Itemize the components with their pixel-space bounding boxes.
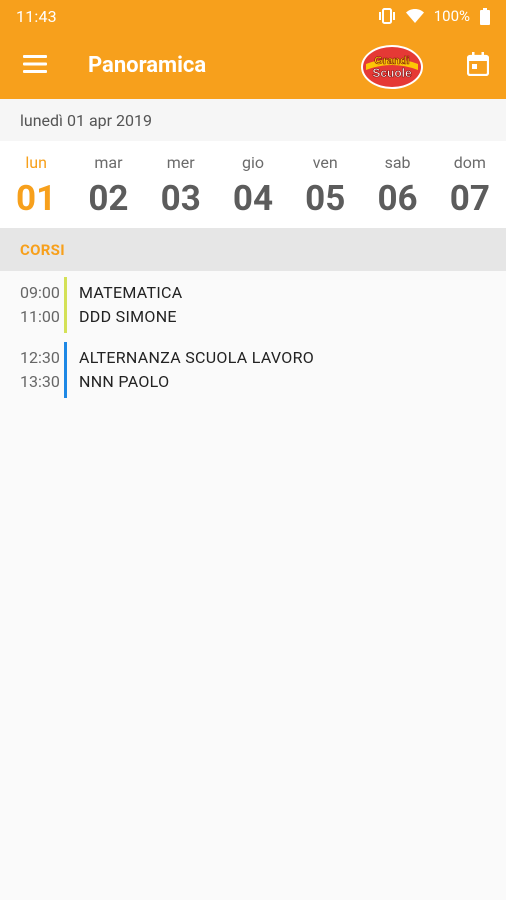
course-list: 09:00 11:00 MATEMATICA DDD SIMONE 12:30 13:30… bbox=[0, 271, 506, 398]
vibrate-icon bbox=[378, 8, 396, 24]
day-sab[interactable]: sab 06 bbox=[361, 141, 433, 228]
calendar-icon bbox=[466, 51, 490, 80]
course-end: 13:30 bbox=[20, 372, 60, 391]
course-info: MATEMATICA DDD SIMONE bbox=[79, 277, 182, 333]
menu-button[interactable] bbox=[0, 32, 70, 99]
day-ven[interactable]: ven 05 bbox=[289, 141, 361, 228]
day-name: gio bbox=[241, 153, 264, 172]
day-name: mer bbox=[166, 153, 195, 172]
day-dom[interactable]: dom 07 bbox=[434, 141, 506, 228]
status-time: 11:43 bbox=[16, 6, 57, 26]
day-number: 02 bbox=[88, 178, 129, 219]
battery-text: 100% bbox=[433, 7, 470, 25]
system-icons: 100% bbox=[378, 7, 490, 25]
status-bar: 11:43 100% bbox=[0, 0, 506, 32]
course-subject: ALTERNANZA SCUOLA LAVORO bbox=[79, 348, 315, 367]
grandi-scuole-logo: Grandi Scuole bbox=[360, 42, 424, 90]
course-color-bar bbox=[64, 342, 67, 398]
app-root: 11:43 100% Panoramica Grandi Scuole lune… bbox=[0, 0, 506, 900]
course-color-bar bbox=[64, 277, 67, 333]
day-number: 05 bbox=[305, 178, 346, 219]
day-lun[interactable]: lun 01 bbox=[0, 141, 72, 228]
day-number: 03 bbox=[160, 178, 201, 219]
course-times: 09:00 11:00 bbox=[0, 277, 60, 333]
course-times: 12:30 13:30 bbox=[0, 342, 60, 398]
day-name: dom bbox=[453, 153, 486, 172]
app-toolbar: Panoramica Grandi Scuole bbox=[0, 32, 506, 99]
day-gio[interactable]: gio 04 bbox=[217, 141, 289, 228]
course-item[interactable]: 09:00 11:00 MATEMATICA DDD SIMONE bbox=[0, 277, 506, 333]
section-header-corsi: CORSI bbox=[0, 228, 506, 271]
day-name: mar bbox=[94, 153, 123, 172]
week-strip: lun 01 mar 02 mer 03 gio 04 ven 05 sab 06 dom 07 bbox=[0, 141, 506, 228]
selected-date: lunedì 01 apr 2019 bbox=[0, 99, 506, 141]
day-mer[interactable]: mer 03 bbox=[145, 141, 217, 228]
day-name: lun bbox=[25, 153, 47, 172]
wifi-icon bbox=[405, 9, 424, 23]
day-number: 01 bbox=[16, 178, 57, 219]
battery-icon bbox=[480, 7, 490, 25]
day-number: 07 bbox=[449, 178, 490, 219]
course-subject: MATEMATICA bbox=[79, 283, 183, 302]
course-start: 12:30 bbox=[20, 348, 60, 367]
day-name: ven bbox=[312, 153, 338, 172]
hamburger-icon bbox=[23, 54, 47, 77]
course-info: ALTERNANZA SCUOLA LAVORO NNN PAOLO bbox=[79, 342, 314, 398]
page-title: Panoramica bbox=[88, 53, 207, 78]
course-start: 09:00 bbox=[20, 283, 60, 302]
course-teacher: DDD SIMONE bbox=[79, 307, 177, 326]
day-mar[interactable]: mar 02 bbox=[72, 141, 144, 228]
logo-text-bottom: Scuole bbox=[372, 66, 412, 80]
course-end: 11:00 bbox=[20, 307, 60, 326]
day-name: sab bbox=[384, 153, 411, 172]
day-number: 06 bbox=[377, 178, 418, 219]
course-teacher: NNN PAOLO bbox=[79, 372, 170, 391]
course-item[interactable]: 12:30 13:30 ALTERNANZA SCUOLA LAVORO NNN PA… bbox=[0, 342, 506, 398]
day-number: 04 bbox=[232, 178, 274, 219]
calendar-button[interactable] bbox=[450, 32, 506, 99]
